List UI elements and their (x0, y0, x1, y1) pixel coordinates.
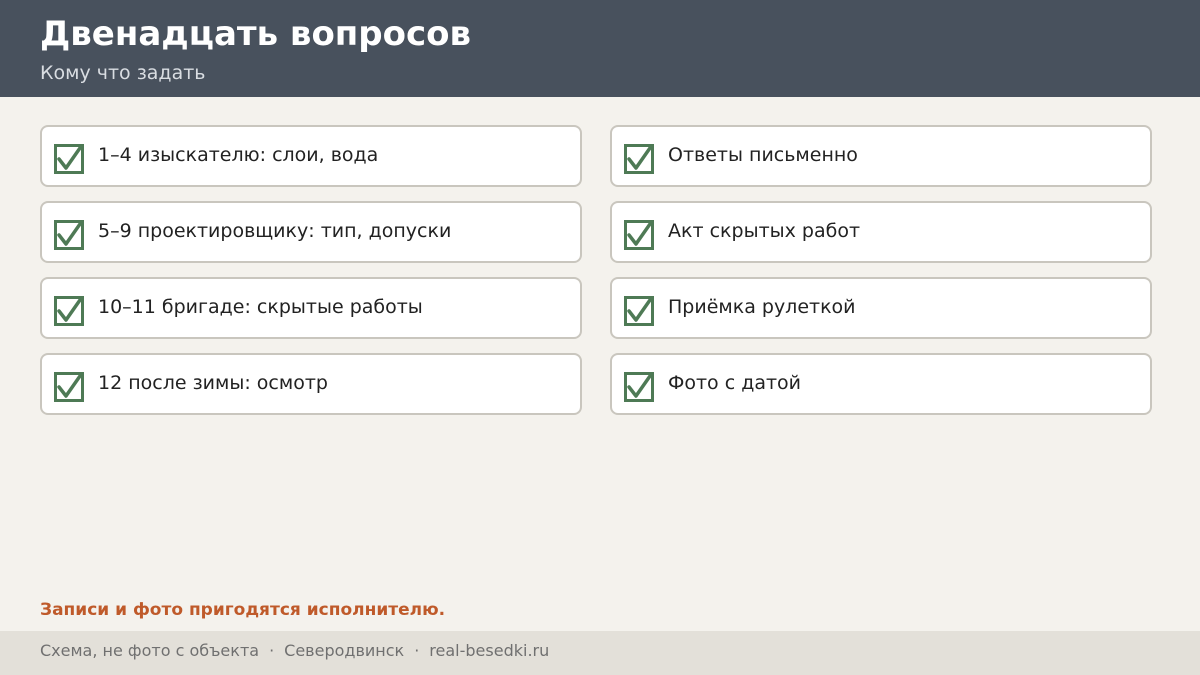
checklist-item: Ответы письменно (610, 125, 1152, 187)
checklist-item: 1–4 изыскателю: слои, вода (40, 125, 582, 187)
footer-separator: · (269, 641, 275, 660)
checklist-item-text: 1–4 изыскателю: слои, вода (98, 144, 379, 166)
checklist-item: Приёмка рулеткой (610, 277, 1152, 339)
footer-caption: Схема, не фото с объекта (40, 641, 260, 660)
page-title: Двенадцать вопросов (40, 14, 472, 54)
checklist-item-text: 5–9 проектировщику: тип, допуски (98, 220, 452, 242)
header-bar: Двенадцать вопросов Кому что задать (0, 0, 1200, 97)
checkbox-checked-icon (624, 220, 654, 250)
checkbox-checked-icon (54, 296, 84, 326)
checklist-item: Акт скрытых работ (610, 201, 1152, 263)
checkbox-checked-icon (54, 220, 84, 250)
checklist-item-text: Приёмка рулеткой (668, 296, 856, 318)
checklist-item-text: 10–11 бригаде: скрытые работы (98, 296, 423, 318)
footer-bar: Схема, не фото с объекта · Северодвинск · re… (0, 631, 1200, 675)
checkbox-checked-icon (624, 144, 654, 174)
checkbox-checked-icon (54, 372, 84, 402)
checkbox-checked-icon (624, 296, 654, 326)
checklist-item: Фото с датой (610, 353, 1152, 415)
checklist-item: 12 после зимы: осмотр (40, 353, 582, 415)
footer-site: real-besedki.ru (429, 641, 550, 660)
checklist-item-text: Фото с датой (668, 372, 802, 394)
footer-text: Схема, не фото с объекта · Северодвинск · re… (40, 641, 549, 660)
checklist-item: 5–9 проектировщику: тип, допуски (40, 201, 582, 263)
footer-city: Северодвинск (284, 641, 405, 660)
footnote-highlight: Записи и фото пригодятся исполнителю. (40, 600, 446, 620)
checklist-item: 10–11 бригаде: скрытые работы (40, 277, 582, 339)
footer-separator: · (414, 641, 420, 660)
checklist-item-text: Ответы письменно (668, 144, 858, 166)
page-subtitle: Кому что задать (40, 62, 206, 84)
checklist-item-text: 12 после зимы: осмотр (98, 372, 328, 394)
checklist-item-text: Акт скрытых работ (668, 220, 861, 242)
checkbox-checked-icon (624, 372, 654, 402)
checkbox-checked-icon (54, 144, 84, 174)
